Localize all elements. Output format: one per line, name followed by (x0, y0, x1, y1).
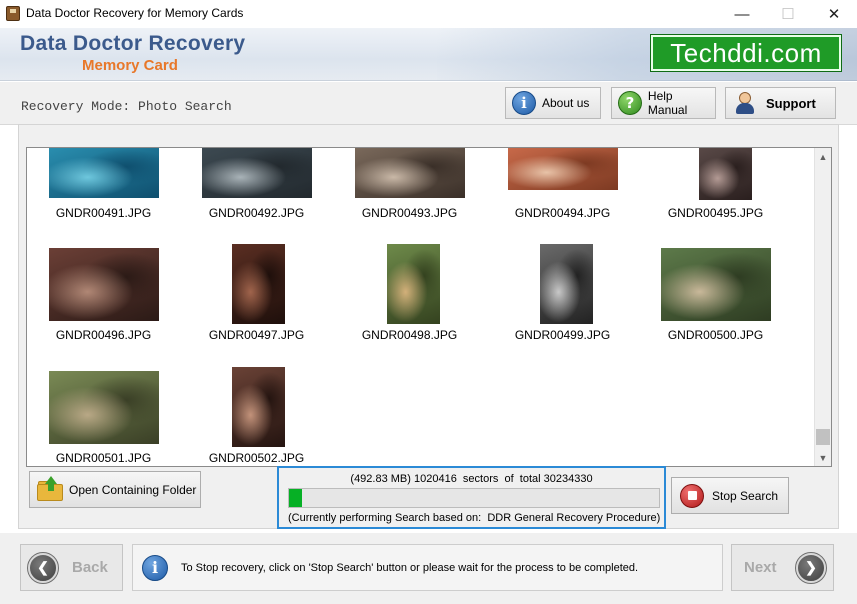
open-folder-label: Open Containing Folder (69, 482, 197, 497)
back-arrow-icon: ❮ (27, 551, 59, 584)
next-arrow-icon: ❯ (795, 551, 827, 584)
hint-text: To Stop recovery, click on 'Stop Search'… (181, 561, 639, 574)
photo-filename: GNDR00500.JPG (667, 328, 764, 342)
help-manual-button[interactable]: ? Help Manual (611, 87, 716, 119)
minimize-button[interactable]: — (719, 0, 765, 28)
brand-title: Data Doctor Recovery (20, 32, 246, 55)
photo-thumbnail[interactable] (49, 371, 159, 444)
open-containing-folder-button[interactable]: Open Containing Folder (29, 471, 201, 508)
photo-item[interactable]: GNDR00498.JPG (333, 148, 486, 466)
info-icon: i (512, 91, 536, 115)
help-manual-label: Help Manual (647, 89, 688, 117)
mode-bar: Recovery Mode: Photo Search i About us ?… (0, 82, 857, 125)
app-icon (6, 6, 20, 21)
photo-item[interactable]: GNDR00502.JPG (180, 148, 333, 466)
techddi-logo: Techddi.com (650, 34, 842, 72)
progress-fill (289, 489, 302, 507)
support-button[interactable]: Support (725, 87, 836, 119)
stop-search-button[interactable]: Stop Search (671, 477, 789, 514)
progress-bar (288, 488, 660, 508)
support-label: Support (766, 95, 816, 111)
progress-status: (Currently performing Search based on: D… (288, 512, 661, 524)
info-icon: i (142, 554, 168, 581)
scroll-up-arrow[interactable]: ▲ (815, 148, 831, 165)
photo-thumbnail[interactable] (540, 244, 593, 324)
progress-panel: (492.83 MB) 1020416 sectors of total 302… (277, 466, 666, 529)
photo-filename: GNDR00499.JPG (514, 328, 611, 342)
photo-thumbnail[interactable] (387, 244, 440, 324)
photo-item[interactable]: GNDR00499.JPG (486, 148, 639, 466)
photo-thumbnail[interactable] (661, 248, 771, 321)
vertical-scrollbar[interactable]: ▲ ▼ (814, 148, 831, 466)
person-icon (734, 91, 756, 115)
question-icon: ? (618, 91, 642, 115)
header-banner: Data Doctor Recovery Memory Card Techddi… (0, 28, 857, 81)
stop-icon (680, 483, 704, 508)
close-button[interactable]: ✕ (811, 0, 857, 28)
next-button[interactable]: Next ❯ (731, 544, 834, 591)
folder-icon (37, 475, 63, 502)
scroll-down-arrow[interactable]: ▼ (815, 449, 831, 466)
photo-gallery[interactable]: GNDR00491.JPG GNDR00492.JPG GNDR00493.JPG G… (26, 147, 832, 467)
maximize-button[interactable]: ☐ (765, 0, 811, 28)
scroll-thumb[interactable] (816, 429, 830, 445)
photo-thumbnail[interactable] (232, 367, 285, 447)
photo-filename: GNDR00502.JPG (208, 451, 305, 465)
bottom-bar: ❮ Back i To Stop recovery, click on 'Sto… (0, 533, 857, 604)
progress-summary: (492.83 MB) 1020416 sectors of total 302… (350, 473, 593, 485)
brand-subtitle: Memory Card (82, 57, 178, 74)
window-title: Data Doctor Recovery for Memory Cards (26, 6, 244, 20)
next-label: Next (744, 559, 777, 576)
main-panel: GNDR00491.JPG GNDR00492.JPG GNDR00493.JPG G… (18, 124, 839, 529)
photo-item[interactable]: GNDR00500.JPG (639, 148, 792, 466)
title-bar: Data Doctor Recovery for Memory Cards — … (0, 0, 857, 28)
back-button[interactable]: ❮ Back (20, 544, 123, 591)
photo-filename: GNDR00498.JPG (361, 328, 458, 342)
recovery-mode-label: Recovery Mode: Photo Search (21, 99, 232, 114)
photo-item[interactable]: GNDR00501.JPG (27, 148, 180, 466)
about-us-label: About us (542, 96, 590, 110)
stop-search-label: Stop Search (712, 488, 779, 503)
about-us-button[interactable]: i About us (505, 87, 601, 119)
back-label: Back (72, 559, 108, 576)
photo-filename: GNDR00501.JPG (55, 451, 152, 465)
hint-message: i To Stop recovery, click on 'Stop Searc… (132, 544, 723, 591)
